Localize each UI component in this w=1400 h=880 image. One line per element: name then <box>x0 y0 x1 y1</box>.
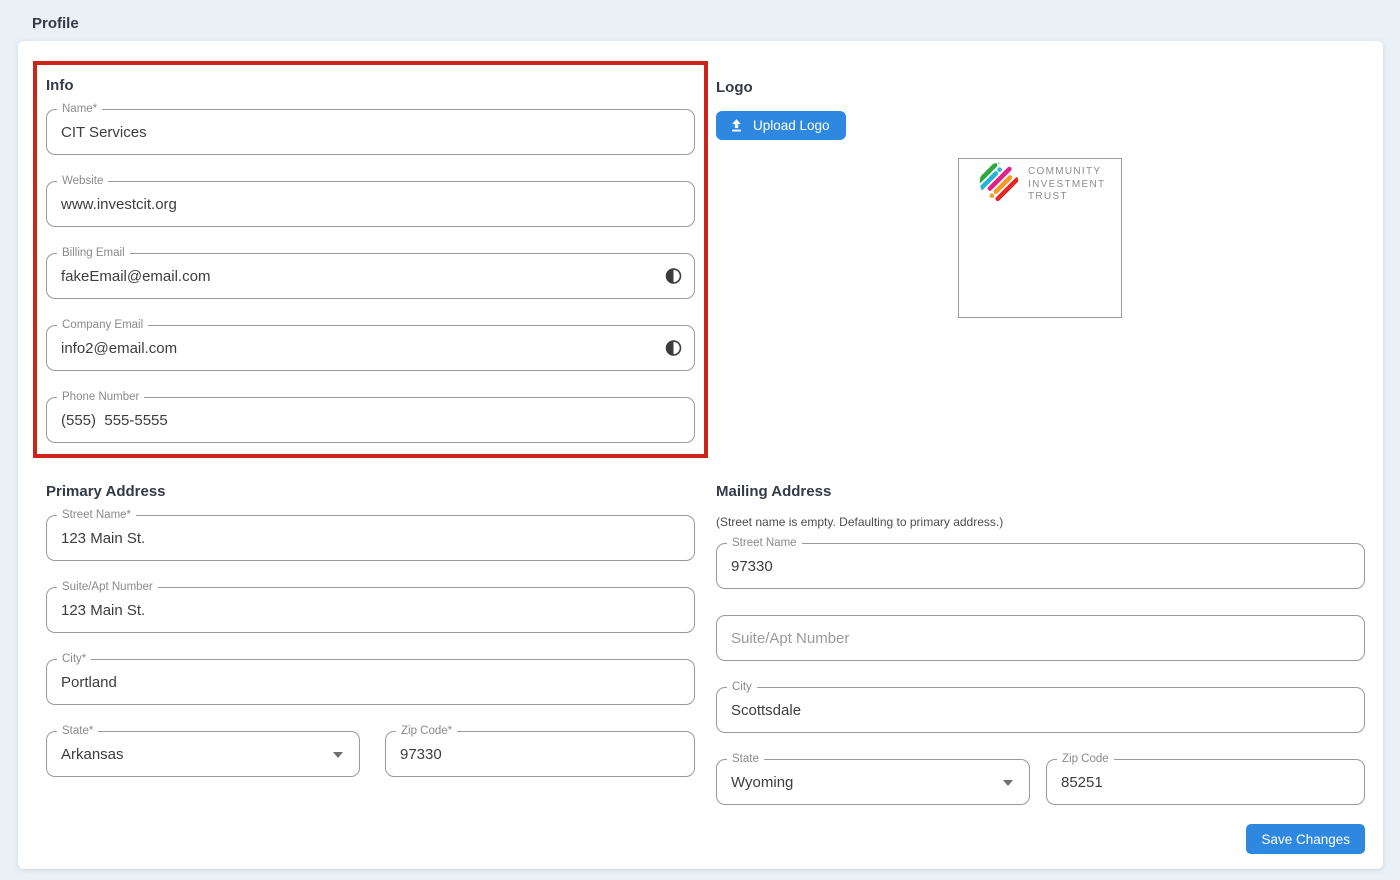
phone-field-wrap: Phone Number <box>46 397 695 443</box>
billing-email-input[interactable] <box>46 253 695 299</box>
mailing-state-value: Wyoming <box>731 774 793 791</box>
mailing-state-zip-row: Wyoming State Zip Code <box>716 759 1365 805</box>
mailing-zip-label: Zip Code <box>1057 751 1114 767</box>
primary-state-value: Arkansas <box>61 746 124 763</box>
mailing-address-note: (Street name is empty. Defaulting to pri… <box>716 515 1365 529</box>
logo-heading: Logo <box>716 79 1365 97</box>
name-field-wrap: Name* <box>46 109 695 155</box>
mailing-city-label: City <box>727 679 757 695</box>
primary-state-field-wrap: Arkansas State* <box>46 731 360 777</box>
top-row: Info Name* Website Billing Email <box>33 61 1365 458</box>
website-input[interactable] <box>46 181 695 227</box>
mailing-zip-field-wrap: Zip Code <box>1046 759 1365 805</box>
company-email-field-wrap: Company Email <box>46 325 695 371</box>
company-logo-box: COMMUNITY INVESTMENT TRUST <box>958 158 1122 318</box>
company-email-label: Company Email <box>57 317 148 333</box>
primary-state-zip-row: Arkansas State* Zip Code* <box>46 731 695 777</box>
primary-street-field-wrap: Street Name* <box>46 515 695 561</box>
mailing-city-field-wrap: City <box>716 687 1365 733</box>
website-field-wrap: Website <box>46 181 695 227</box>
primary-street-label: Street Name* <box>57 507 136 523</box>
primary-address-section: Primary Address Street Name* Suite/Apt N… <box>33 483 708 777</box>
info-section-highlight: Info Name* Website Billing Email <box>33 61 708 458</box>
name-label: Name* <box>57 101 102 117</box>
upload-logo-button-label: Upload Logo <box>753 118 830 133</box>
primary-zip-field-wrap: Zip Code* <box>385 731 695 777</box>
name-input[interactable] <box>46 109 695 155</box>
mailing-street-label: Street Name <box>727 535 802 551</box>
billing-email-field-wrap: Billing Email <box>46 253 695 299</box>
mailing-suite-input[interactable] <box>716 615 1365 661</box>
primary-suite-label: Suite/Apt Number <box>57 579 158 595</box>
logo-section: Logo Upload Logo <box>716 61 1365 318</box>
company-logo-text: COMMUNITY INVESTMENT TRUST <box>1028 166 1105 204</box>
primary-city-input[interactable] <box>46 659 695 705</box>
billing-email-label: Billing Email <box>57 245 130 261</box>
save-changes-button[interactable]: Save Changes <box>1246 824 1365 854</box>
mailing-city-input[interactable] <box>716 687 1365 733</box>
mailing-state-field-wrap: Wyoming State <box>716 759 1030 805</box>
upload-logo-button[interactable]: Upload Logo <box>716 111 846 140</box>
profile-card: Info Name* Website Billing Email <box>18 41 1383 869</box>
footer-actions: Save Changes <box>1246 824 1365 854</box>
primary-street-input[interactable] <box>46 515 695 561</box>
mailing-address-heading: Mailing Address <box>716 483 1365 501</box>
mailing-street-field-wrap: Street Name <box>716 543 1365 589</box>
info-heading: Info <box>46 77 695 95</box>
primary-suite-field-wrap: Suite/Apt Number <box>46 587 695 633</box>
page-title: Profile <box>0 0 1400 41</box>
address-row: Primary Address Street Name* Suite/Apt N… <box>33 483 1365 805</box>
mailing-address-section: Mailing Address (Street name is empty. D… <box>716 483 1365 805</box>
primary-city-label: City* <box>57 651 91 667</box>
phone-label: Phone Number <box>57 389 144 405</box>
primary-address-heading: Primary Address <box>46 483 695 501</box>
primary-state-label: State* <box>57 723 98 739</box>
caret-down-icon <box>1003 780 1013 786</box>
mailing-street-input[interactable] <box>716 543 1365 589</box>
mailing-suite-field-wrap <box>716 615 1365 661</box>
caret-down-icon <box>333 752 343 758</box>
primary-city-field-wrap: City* <box>46 659 695 705</box>
upload-arrow-icon <box>729 118 744 133</box>
community-investment-trust-logo-icon <box>977 160 1021 209</box>
half-filled-circle-icon <box>665 340 682 357</box>
primary-zip-label: Zip Code* <box>396 723 457 739</box>
half-filled-circle-icon <box>665 268 682 285</box>
mailing-state-label: State <box>727 751 764 767</box>
website-label: Website <box>57 173 108 189</box>
